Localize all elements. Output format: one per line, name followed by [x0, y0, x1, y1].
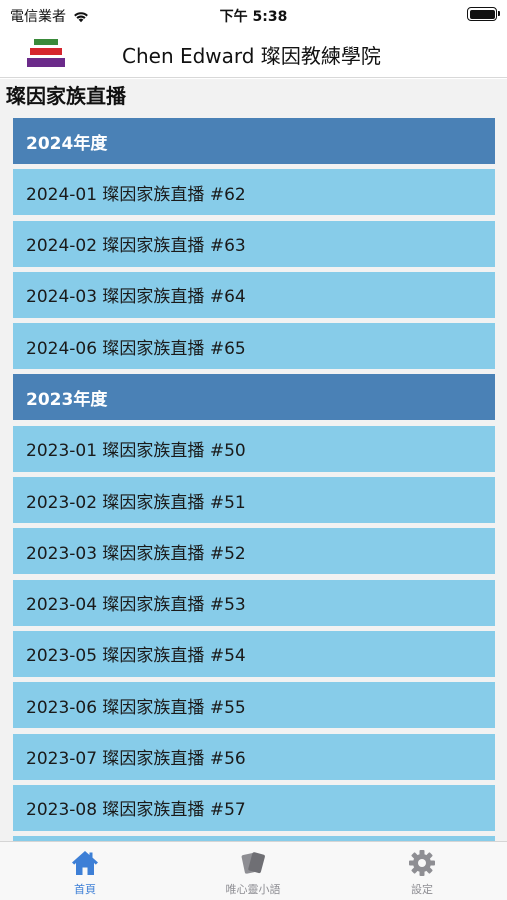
- status-bar: 電信業者 下午 5:38: [0, 0, 507, 30]
- tab-settings[interactable]: 設定: [362, 848, 482, 898]
- list-item-label: 2023-02 璨因家族直播 #51: [26, 492, 246, 513]
- battery-icon: [467, 7, 500, 21]
- list-item-label: 2024-02 璨因家族直播 #63: [26, 236, 246, 257]
- list-item[interactable]: 2023-06 璨因家族直播 #55: [13, 682, 495, 729]
- list-section-header: 2023年度: [13, 374, 495, 421]
- section-label: 2023年度: [26, 389, 108, 410]
- list-item[interactable]: 2024-06 璨因家族直播 #65: [13, 323, 495, 370]
- app-title: Chen Edward 璨因教練學院: [122, 44, 381, 68]
- list-item[interactable]: 2023-05 璨因家族直播 #54: [13, 630, 495, 677]
- tab-home-label: 首頁: [74, 883, 96, 896]
- list-item[interactable]: 2024-03 璨因家族直播 #64: [13, 271, 495, 318]
- list-item-label: 2023-01 璨因家族直播 #50: [26, 441, 246, 462]
- list-item-label: 2024-01 璨因家族直播 #62: [26, 184, 246, 205]
- app-header: Chen Edward 璨因教練學院: [0, 30, 507, 78]
- list-item[interactable]: 2023-02 璨因家族直播 #51: [13, 477, 495, 524]
- list-item-label: 2023-03 璨因家族直播 #52: [26, 543, 246, 564]
- broadcast-list: 2024年度 2024-01 璨因家族直播 #62 2024-02 璨因家族直播 #…: [13, 118, 495, 841]
- tab-settings-label: 設定: [411, 883, 433, 896]
- list-item[interactable]: 2023-01 璨因家族直播 #50: [13, 425, 495, 472]
- page-title: 璨因家族直播: [6, 84, 126, 108]
- list-item-label: 2023-08 璨因家族直播 #57: [26, 800, 246, 821]
- tab-home[interactable]: 首頁: [25, 848, 145, 898]
- list-item[interactable]: 2023-03 璨因家族直播 #52: [13, 528, 495, 575]
- tab-quotes-label: 唯心靈小語: [225, 883, 281, 896]
- cards-icon: [241, 852, 265, 874]
- tab-quotes[interactable]: 唯心靈小語: [193, 848, 313, 898]
- stacked-books-logo-icon: [27, 39, 65, 67]
- status-time: 下午 5:38: [219, 9, 288, 25]
- list-item[interactable]: 2023-07 璨因家族直播 #56: [13, 733, 495, 780]
- list-item[interactable]: 2024-02 璨因家族直播 #63: [13, 220, 495, 267]
- section-label: 2024年度: [26, 133, 108, 154]
- list-item[interactable]: 2023-04 璨因家族直播 #53: [13, 579, 495, 626]
- content-area[interactable]: 璨因家族直播 2024年度 2024-01 璨因家族直播 #62 2024-02 璨…: [0, 79, 507, 841]
- list-item-label: 2023-04 璨因家族直播 #53: [26, 595, 246, 616]
- tab-bar: 首頁 唯心靈小語 設定: [0, 841, 507, 900]
- list-item-label: 2024-06 璨因家族直播 #65: [26, 338, 246, 359]
- list-item-label: 2023-05 璨因家族直播 #54: [26, 646, 246, 667]
- list-item-label: 2024-03 璨因家族直播 #64: [26, 287, 246, 308]
- home-icon: [72, 851, 98, 875]
- list-item[interactable]: 2023-08 璨因家族直播 #57: [13, 784, 495, 831]
- list-item[interactable]: 2024-01 璨因家族直播 #62: [13, 169, 495, 216]
- list-item-label: 2023-07 璨因家族直播 #56: [26, 749, 246, 770]
- gear-icon: [409, 850, 435, 876]
- list-section-header: 2024年度: [13, 118, 495, 164]
- list-item-label: 2023-06 璨因家族直播 #55: [26, 697, 246, 718]
